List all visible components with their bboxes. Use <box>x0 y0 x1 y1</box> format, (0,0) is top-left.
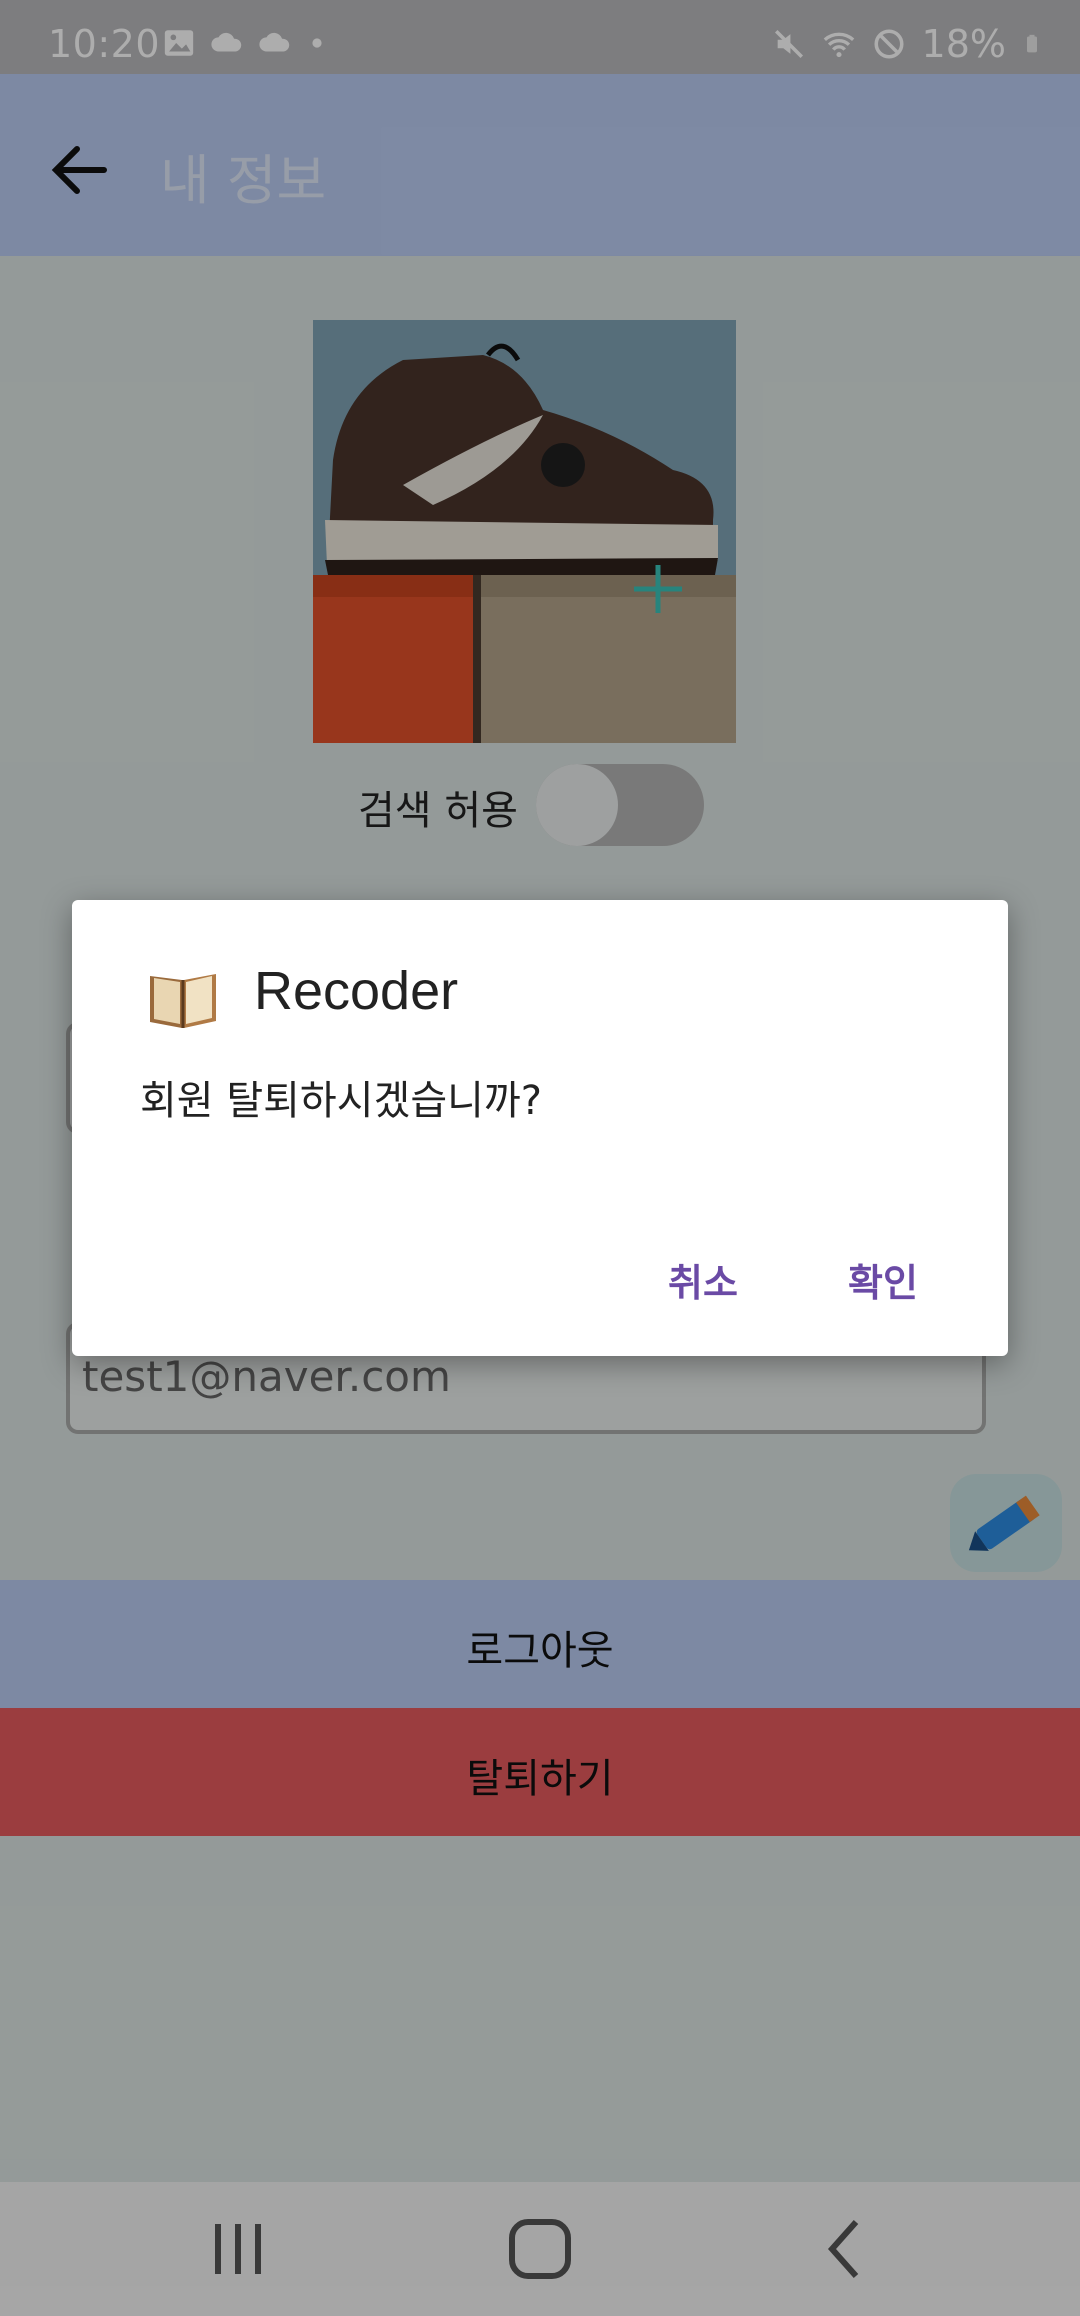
confirm-dialog: Recoder 회원 탈퇴하시겠습니까? 취소 확인 <box>72 900 1008 1356</box>
dialog-message: 회원 탈퇴하시겠습니까? <box>140 1078 542 1124</box>
cancel-button[interactable]: 취소 <box>668 1252 738 1307</box>
book-icon <box>150 974 216 1028</box>
confirm-button[interactable]: 확인 <box>848 1252 918 1307</box>
dialog-title: Recoder <box>254 961 459 1021</box>
